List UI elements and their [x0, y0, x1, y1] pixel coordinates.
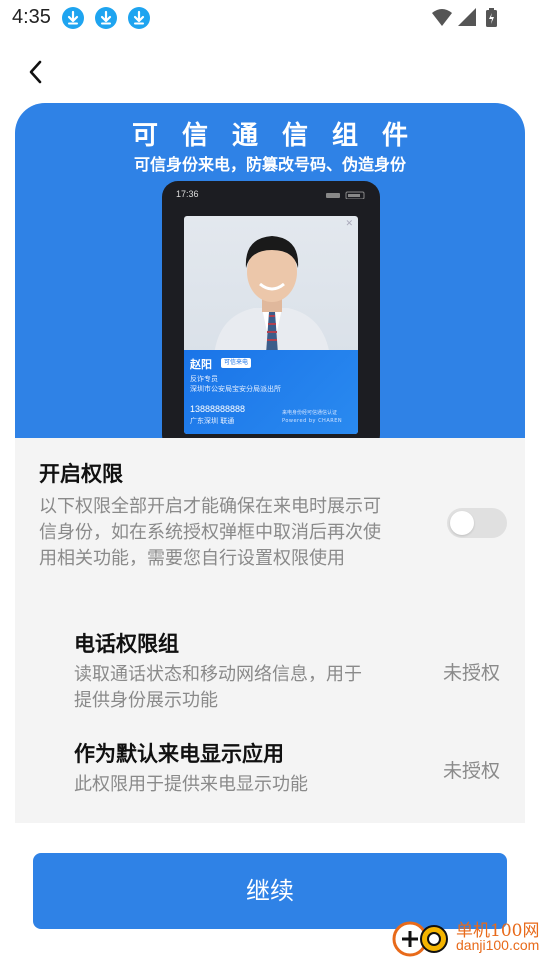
caller-location: 广东深圳 联通: [190, 417, 235, 425]
perm-item-title: 电话权限组: [74, 632, 179, 656]
hero-title: 可信通信组件: [131, 121, 432, 151]
perm-status-phone[interactable]: 未授权: [443, 658, 500, 685]
status-bar: 4:35: [0, 0, 540, 36]
powered-text: Powered by CHAREN: [282, 418, 343, 424]
hero-banner: 可信通信组件 可信身份来电，防篡改号码、伪造身份 17:36 ✕ 赵阳 可信来电…: [15, 103, 525, 451]
watermark-logo: [392, 921, 448, 957]
section-title: 开启权限: [39, 462, 123, 486]
perm-item-title: 作为默认来电显示应用: [74, 742, 284, 766]
watermark: 单机100网 danji100.com: [390, 915, 540, 960]
section-description: 以下权限全部开启才能确保在来电时展示可信身份，如在系统授权弹框中取消后再次使用相…: [39, 496, 381, 569]
caller-photo: ✕ 赵阳 可信来电 反诈专员 深圳市公安局宝安分局派出所 13888888888…: [184, 216, 358, 434]
phone-preview: 17:36 ✕ 赵阳 可信来电 反诈专员 深圳市公安局宝安分局派出所 13888…: [162, 181, 380, 451]
wifi-icon: [432, 9, 452, 26]
download-icon: [128, 7, 150, 29]
back-button[interactable]: [18, 54, 54, 90]
permission-section: 开启权限 以下权限全部开启才能确保在来电时展示可信身份，如在系统授权弹框中取消后…: [15, 438, 525, 823]
download-icon: [95, 7, 117, 29]
perm-status-default-app[interactable]: 未授权: [443, 756, 500, 783]
phone-status-icons: [326, 191, 365, 199]
permission-toggle[interactable]: [447, 508, 507, 538]
trusted-badge: 可信来电: [221, 358, 252, 368]
hero-subtitle: 可信身份来电，防篡改号码、伪造身份: [133, 155, 406, 174]
system-status-icons: [432, 8, 497, 27]
verify-text: 来电身份经可信通信认证: [282, 410, 338, 416]
watermark-url: danji100.com: [456, 937, 540, 953]
battery-charging-icon: [486, 8, 497, 27]
chevron-left-icon: [29, 60, 42, 84]
caller-role: 反诈专员: [190, 375, 218, 383]
download-icon: [62, 7, 84, 29]
status-time: 4:35: [12, 6, 51, 28]
toggle-knob: [450, 511, 474, 535]
caller-number: 13888888888: [190, 404, 246, 414]
caller-org: 深圳市公安局宝安分局派出所: [190, 385, 281, 393]
perm-item-description: 此权限用于提供来电显示功能: [74, 774, 308, 795]
phone-time: 17:36: [176, 189, 199, 199]
person-portrait: [214, 236, 330, 356]
perm-item-description: 读取通话状态和移动网络信息，用于提供身份展示功能: [74, 664, 362, 711]
caller-info-panel: 赵阳 可信来电 反诈专员 深圳市公安局宝安分局派出所 13888888888 广…: [184, 350, 358, 434]
main-card: 可信通信组件 可信身份来电，防篡改号码、伪造身份 17:36 ✕ 赵阳 可信来电…: [15, 103, 525, 823]
signal-icon: [458, 8, 476, 26]
caller-name: 赵阳: [190, 358, 212, 371]
